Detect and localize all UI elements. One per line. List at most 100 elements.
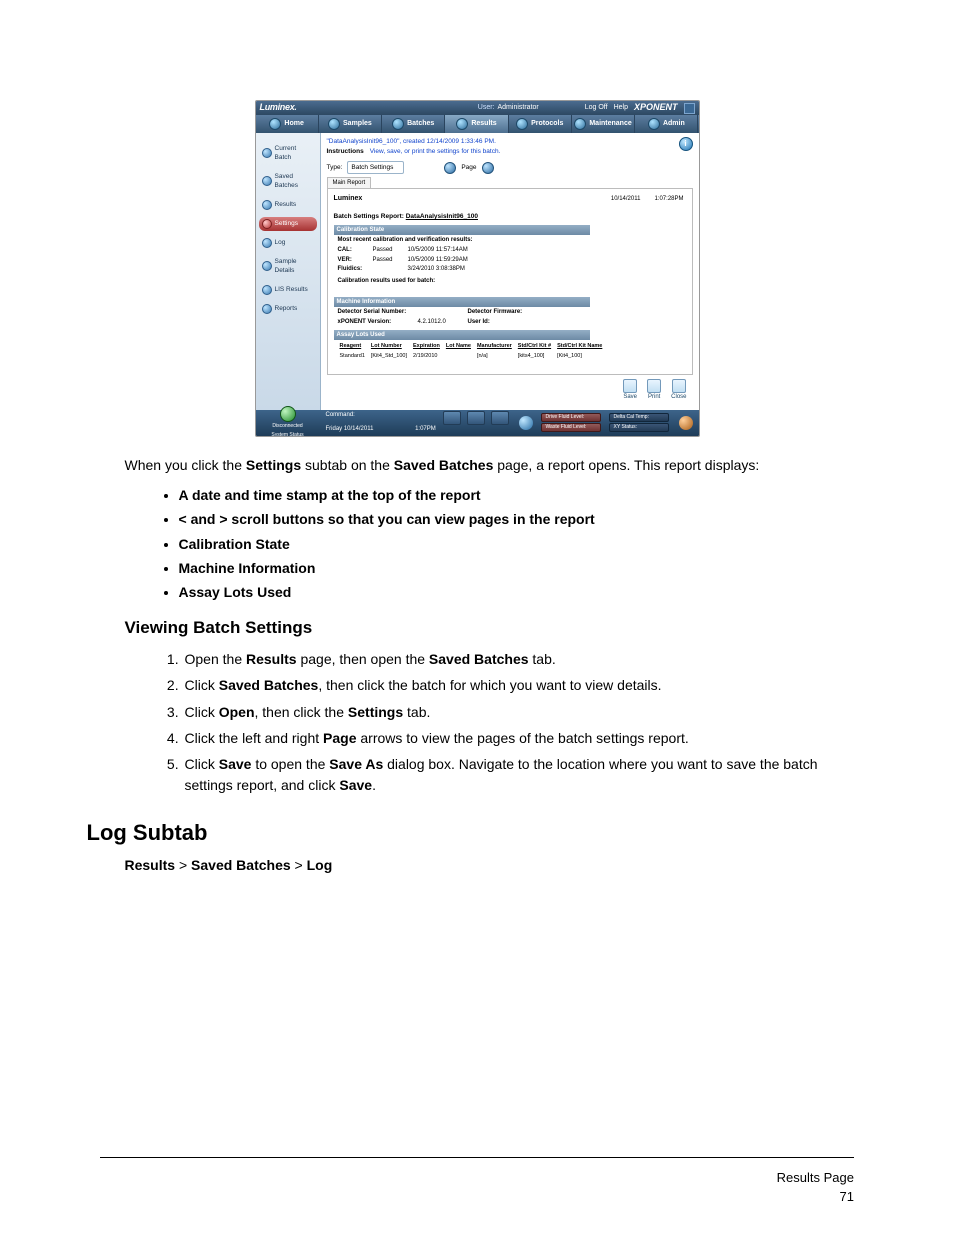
assay-col-header: Lot Name <box>446 343 475 351</box>
sidebar-label: Current Batch <box>275 144 314 163</box>
tab-protocols[interactable]: Protocols <box>509 115 572 133</box>
tab-batches[interactable]: Batches <box>382 115 445 133</box>
step-item: Open the Results page, then open the Sav… <box>183 649 830 669</box>
eject-button[interactable] <box>491 411 509 425</box>
print-icon <box>647 379 661 393</box>
bullet-item: Calibration State <box>179 534 830 554</box>
eject-icon[interactable] <box>519 416 533 430</box>
report-time: 1:07:28PM <box>654 195 683 204</box>
assay-col-header: Lot Number <box>371 343 411 351</box>
close-button[interactable]: Close <box>671 379 686 402</box>
sidebar-label: Reports <box>275 304 298 313</box>
save-icon <box>623 379 637 393</box>
sidebar-icon <box>262 176 272 186</box>
tab-maintenance[interactable]: Maintenance <box>572 115 635 133</box>
report-title-prefix: Batch Settings Report: <box>334 213 404 220</box>
product-brand: XPONENT <box>634 101 678 114</box>
type-label: Type: <box>327 163 343 172</box>
sidebar-label: Saved Batches <box>275 172 314 191</box>
assay-cell: [Kit4_Std_100] <box>371 353 411 361</box>
report-title-batch: DataAnalysisInit96_100 <box>406 213 478 220</box>
step-item: Click Saved Batches, then click the batc… <box>183 675 830 695</box>
page-footer: Results Page 71 <box>777 1169 854 1207</box>
tab-label: Admin <box>663 119 685 129</box>
intro-paragraph: When you click the Settings subtab on th… <box>125 455 830 475</box>
help-link[interactable]: Help <box>614 103 628 113</box>
fluid-level-pill: Waste Fluid Level: <box>541 423 601 432</box>
assay-cell: [n/a] <box>477 353 516 361</box>
tab-icon <box>456 118 468 130</box>
step-item: Click the left and right Page arrows to … <box>183 728 830 748</box>
sidebar-item-settings[interactable]: Settings <box>259 217 317 231</box>
section-assay-header: Assay Lots Used <box>334 330 590 341</box>
bullet-item: A date and time stamp at the top of the … <box>179 485 830 505</box>
sidebar-icon <box>262 200 272 210</box>
stop-button[interactable] <box>443 411 461 425</box>
system-status-label: System Status <box>271 432 303 437</box>
tab-label: Batches <box>407 119 434 129</box>
sidebar-item-reports[interactable]: Reports <box>259 302 317 316</box>
assay-cell: 2/19/2010 <box>413 353 444 361</box>
tab-icon <box>269 118 281 130</box>
tab-samples[interactable]: Samples <box>319 115 382 133</box>
sidebar-item-current-batch[interactable]: Current Batch <box>259 142 317 165</box>
section-heading-log-subtab: Log Subtab <box>87 817 830 849</box>
page-next-button[interactable] <box>482 162 494 174</box>
tab-icon <box>328 118 340 130</box>
logoff-link[interactable]: Log Off <box>585 103 608 113</box>
step-item: Click Open, then click the Settings tab. <box>183 702 830 722</box>
sidebar-item-log[interactable]: Log <box>259 236 317 250</box>
button-label: Close <box>671 393 686 402</box>
assay-col-header: Std/Ctrl Kit # <box>518 343 555 351</box>
pause-button[interactable] <box>467 411 485 425</box>
main-panel: i "DataAnalysisInit96_100", created 12/1… <box>321 133 699 410</box>
bullet-item: < and > scroll buttons so that you can v… <box>179 509 830 529</box>
step-item: Click Save to open the Save As dialog bo… <box>183 754 830 795</box>
page-label: Page <box>461 163 476 172</box>
fluid-level-pill: Drive Fluid Level: <box>541 413 601 422</box>
sidebar-label: Settings <box>275 219 299 228</box>
tab-label: Maintenance <box>589 119 631 129</box>
sidebar-icon <box>262 219 272 229</box>
sidebar-item-sample-details[interactable]: Sample Details <box>259 255 317 278</box>
brand-logo: Luminex. <box>260 101 297 114</box>
type-select[interactable]: Batch Settings <box>347 161 404 174</box>
batch-header-line: "DataAnalysisInit96_100", created 12/14/… <box>327 137 693 146</box>
print-button[interactable]: Print <box>647 379 661 402</box>
bullet-item: Assay Lots Used <box>179 582 830 602</box>
section-calibration-header: Calibration State <box>334 225 590 236</box>
sidebar: Current Batch Saved Batches Results Setting… <box>256 133 321 410</box>
bullet-item: Machine Information <box>179 558 830 578</box>
sidebar-item-saved-batches[interactable]: Saved Batches <box>259 170 317 193</box>
info-icon[interactable]: i <box>679 137 693 151</box>
sidebar-icon <box>262 261 272 271</box>
user-label: User: <box>478 103 495 113</box>
assay-cell: [kits4_100] <box>518 353 555 361</box>
footer-title: Results Page <box>777 1169 854 1188</box>
page-prev-button[interactable] <box>444 162 456 174</box>
assay-cell: Standard1 <box>340 353 369 361</box>
sidebar-icon <box>262 285 272 295</box>
window-control-icon[interactable] <box>684 103 695 114</box>
assay-col-header: Expiration <box>413 343 444 351</box>
save-button[interactable]: Save <box>623 379 637 402</box>
connection-status: Disconnected <box>272 423 302 430</box>
power-button[interactable] <box>679 416 693 430</box>
tab-home[interactable]: Home <box>256 115 319 133</box>
button-label: Print <box>648 393 660 402</box>
steps-list: Open the Results page, then open the Sav… <box>125 649 830 795</box>
main-tabs: HomeSamples Batches Results Protocols Mainte… <box>256 115 699 133</box>
tab-results[interactable]: Results <box>445 115 508 133</box>
status-pill: Delta Cal Temp: <box>609 413 669 422</box>
user-value: Administrator <box>498 103 539 113</box>
app-screenshot: Luminex. User: Administrator Log Off Hel… <box>255 100 700 437</box>
calibration-row: Fluidics:3/24/2010 3:08:38PM <box>338 265 686 274</box>
button-label: Save <box>623 393 637 402</box>
sidebar-item-lis-results[interactable]: LIS Results <box>259 283 317 297</box>
subheading-viewing-batch-settings: Viewing Batch Settings <box>125 616 830 641</box>
report-pane: Luminex 10/14/2011 1:07:28PM Batch Setti… <box>327 188 693 375</box>
tab-label: Protocols <box>531 119 563 129</box>
calibration-row: CAL:Passed10/5/2009 11:57:14AM <box>338 246 686 255</box>
tab-admin[interactable]: Admin <box>635 115 698 133</box>
sidebar-item-results[interactable]: Results <box>259 198 317 212</box>
